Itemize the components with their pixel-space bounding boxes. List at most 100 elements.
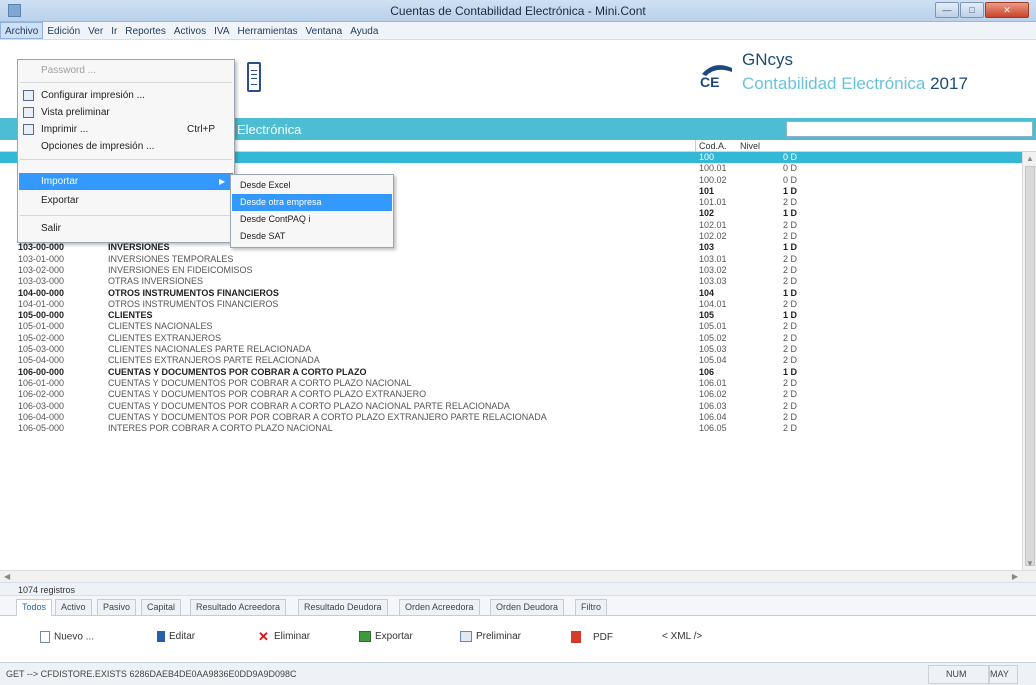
- tab-resultado-deudora[interactable]: Resultado Deudora: [298, 599, 388, 615]
- scroll-down-icon[interactable]: ▼: [1026, 559, 1034, 568]
- cod-agrupador: 105.03: [699, 344, 727, 355]
- tab-activo[interactable]: Activo: [55, 599, 92, 615]
- preview-icon: [460, 631, 472, 642]
- scroll-left-icon[interactable]: ◀: [4, 572, 10, 581]
- xml-button[interactable]: < XML />: [662, 631, 702, 642]
- table-row[interactable]: 103-01-000 INVERSIONES TEMPORALES 103.01 2 …: [0, 254, 1022, 265]
- cod-agrupador: 102: [699, 208, 715, 219]
- menu-item-password[interactable]: Password ...: [19, 62, 233, 79]
- nivel-value: 2 D: [783, 264, 798, 275]
- menu-separator: [20, 82, 232, 83]
- tab-orden-acreedora[interactable]: Orden Acreedora: [399, 599, 480, 615]
- tab-resultado-acreedora[interactable]: Resultado Acreedora: [190, 599, 287, 615]
- table-row[interactable]: 106-04-000 CUENTAS Y DOCUMENTOS POR POR C…: [0, 412, 1022, 423]
- cod-agrupador: 104: [699, 287, 715, 298]
- maximize-button[interactable]: □: [960, 2, 984, 18]
- nivel-value: 0 D: [783, 152, 798, 162]
- menu-item-opciones-impresion[interactable]: Opciones de impresión ...: [19, 138, 233, 155]
- submenu-desde-excel[interactable]: Desde Excel: [232, 177, 392, 194]
- scroll-thumb[interactable]: [1025, 166, 1035, 566]
- menu-item-imprimir[interactable]: Imprimir ... Ctrl+P: [19, 121, 233, 138]
- document-icon[interactable]: [247, 62, 261, 92]
- menu-archivo[interactable]: Archivo: [0, 22, 44, 39]
- table-row[interactable]: 105-00-000 CLIENTES 105 1 D: [0, 310, 1022, 321]
- submenu-desde-contpaq[interactable]: Desde ContPAQ i: [232, 211, 392, 228]
- import-submenu: Desde Excel Desde otra empresa Desde Con…: [230, 174, 394, 248]
- table-row[interactable]: 105-04-000 CLIENTES EXTRANJEROS PARTE REL…: [0, 355, 1022, 366]
- minimize-button[interactable]: —: [935, 2, 959, 18]
- cod-agrupador: 102.01: [699, 219, 727, 230]
- menu-iva[interactable]: IVA: [210, 23, 233, 40]
- preliminar-button[interactable]: Preliminar: [460, 631, 521, 642]
- menu-ir[interactable]: Ir: [107, 23, 121, 40]
- menu-item-importar[interactable]: Importar ▶: [19, 173, 233, 190]
- table-row[interactable]: 103-03-000 OTRAS INVERSIONES 103.03 2 D: [0, 276, 1022, 287]
- submenu-desde-otra-empresa[interactable]: Desde otra empresa: [232, 194, 392, 211]
- nivel-value: 2 D: [783, 276, 798, 287]
- tab-todos[interactable]: Todos: [16, 599, 53, 616]
- table-row[interactable]: 106-01-000 CUENTAS Y DOCUMENTOS POR COBRA…: [0, 378, 1022, 389]
- menu-herramientas[interactable]: Herramientas: [234, 23, 302, 40]
- account-code: 104-01-000: [18, 298, 65, 309]
- account-name: INTERES POR COBRAR A CORTO PLAZO NACIONA…: [108, 423, 333, 434]
- table-row[interactable]: 106-00-000 CUENTAS Y DOCUMENTOS POR COBRA…: [0, 367, 1022, 378]
- menu-item-label: Importar: [41, 176, 79, 187]
- tab-orden-deudora[interactable]: Orden Deudora: [490, 599, 565, 615]
- col-header-nivel[interactable]: Nivel: [740, 141, 760, 151]
- cod-agrupador: 102.02: [699, 231, 727, 242]
- close-button[interactable]: ✕: [985, 2, 1029, 18]
- eliminar-button[interactable]: ✕ Eliminar: [258, 630, 310, 643]
- cod-agrupador: 106.03: [699, 400, 727, 411]
- nivel-value: 2 D: [783, 298, 798, 309]
- pdf-button[interactable]: PDF: [571, 631, 613, 643]
- account-name: CUENTAS Y DOCUMENTOS POR COBRAR A CORTO …: [108, 377, 412, 388]
- nivel-value: 1 D: [783, 366, 798, 377]
- record-count: 1074 registros: [18, 585, 76, 595]
- account-code: 106-01-000: [18, 377, 65, 388]
- menu-item-exportar[interactable]: Exportar: [19, 192, 233, 209]
- table-row[interactable]: 106-02-000 CUENTAS Y DOCUMENTOS POR COBRA…: [0, 389, 1022, 400]
- table-row[interactable]: 104-00-000 OTROS INSTRUMENTOS FINANCIEROS…: [0, 288, 1022, 299]
- table-row[interactable]: 103-00-000 INVERSIONES 103 1 D: [0, 242, 1022, 253]
- table-row[interactable]: 106-03-000 CUENTAS Y DOCUMENTOS POR COBRA…: [0, 401, 1022, 412]
- search-input[interactable]: [786, 121, 1033, 137]
- table-row[interactable]: 105-01-000 CLIENTES NACIONALES 105.01 2 D: [0, 321, 1022, 332]
- editar-button[interactable]: Editar: [157, 631, 195, 642]
- horizontal-scrollbar[interactable]: ◀ ▶: [0, 570, 1036, 582]
- account-name: OTROS INSTRUMENTOS FINANCIEROS: [108, 298, 279, 309]
- cod-agrupador: 106.01: [699, 377, 727, 388]
- table-row[interactable]: 105-02-000 CLIENTES EXTRANJEROS 105.02 2 D: [0, 333, 1022, 344]
- col-header-cod[interactable]: Cod.A.: [699, 141, 727, 151]
- table-row[interactable]: 106-05-000 INTERES POR COBRAR A CORTO PLA…: [0, 423, 1022, 434]
- scroll-up-icon[interactable]: ▲: [1026, 154, 1034, 163]
- menu-ventana[interactable]: Ventana: [302, 23, 347, 40]
- menu-item-vista-preliminar[interactable]: Vista preliminar: [19, 104, 233, 121]
- cod-agrupador: 101.01: [699, 197, 727, 208]
- tab-capital[interactable]: Capital: [141, 599, 182, 615]
- menu-ayuda[interactable]: Ayuda: [346, 23, 382, 40]
- table-row[interactable]: 103-02-000 INVERSIONES EN FIDEICOMISOS 103…: [0, 265, 1022, 276]
- scroll-right-icon[interactable]: ▶: [1012, 572, 1018, 581]
- exportar-button[interactable]: Exportar: [359, 631, 413, 642]
- page-setup-icon: [23, 90, 34, 101]
- tab-pasivo[interactable]: Pasivo: [97, 599, 137, 615]
- menu-separator: [20, 159, 232, 160]
- menu-item-configurar-impresion[interactable]: Configurar impresión ...: [19, 87, 233, 104]
- menu-reportes[interactable]: Reportes: [121, 23, 170, 40]
- vertical-scrollbar[interactable]: ▲ ▼: [1022, 152, 1036, 570]
- table-row[interactable]: 104-01-000 OTROS INSTRUMENTOS FINANCIEROS…: [0, 299, 1022, 310]
- tab-filtro[interactable]: Filtro: [575, 599, 607, 615]
- menu-activos[interactable]: Activos: [170, 23, 210, 40]
- table-row[interactable]: 105-03-000 CLIENTES NACIONALES PARTE RELA…: [0, 344, 1022, 355]
- cod-agrupador: 105.04: [699, 355, 727, 366]
- submenu-desde-sat[interactable]: Desde SAT: [232, 228, 392, 245]
- account-name: CLIENTES NACIONALES: [108, 321, 213, 332]
- menu-edicion[interactable]: Edición: [43, 23, 84, 40]
- menu-item-salir[interactable]: Salir: [19, 220, 233, 237]
- nuevo-button[interactable]: Nuevo ...: [40, 631, 94, 643]
- menu-ver[interactable]: Ver: [84, 23, 107, 40]
- cod-agrupador: 106.04: [699, 411, 727, 422]
- cod-agrupador: 100.01: [699, 163, 727, 174]
- cod-agrupador: 100.02: [699, 174, 727, 185]
- submenu-arrow-icon: ▶: [219, 177, 226, 186]
